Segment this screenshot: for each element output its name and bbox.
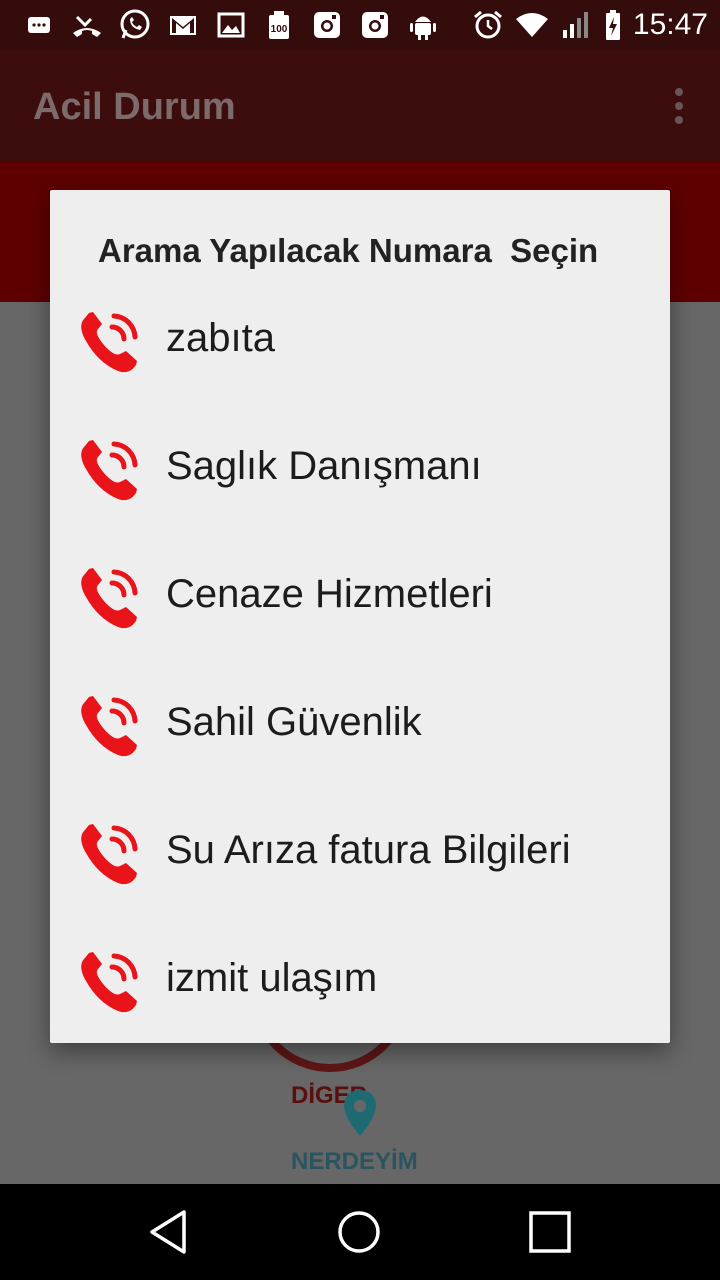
- nerdeyim-label: NERDEYİM: [291, 1148, 418, 1175]
- list-item-label: Saglık Danışmanı: [166, 444, 482, 488]
- list-item-label: zabıta: [166, 316, 275, 360]
- list-item-label: Cenaze Hizmetleri: [166, 572, 493, 616]
- instagram-icon: [358, 8, 392, 42]
- clock: 15:47: [632, 8, 708, 41]
- phone-call-icon: [76, 563, 144, 631]
- status-bar: 100 15:47: [0, 0, 720, 50]
- notification-icons: 100: [22, 8, 440, 42]
- back-icon[interactable]: [144, 1206, 196, 1258]
- wifi-icon: [515, 8, 549, 42]
- dialog-title: Arama Yapılacak Numara Seçin: [98, 232, 599, 269]
- message-icon: [22, 8, 56, 42]
- app-title: Acil Durum: [33, 86, 236, 128]
- gallery-icon: [214, 8, 248, 42]
- whatsapp-icon: [118, 8, 152, 42]
- recents-icon[interactable]: [524, 1206, 576, 1258]
- list-item[interactable]: Saglık Danışmanı: [50, 406, 670, 534]
- signal-icon: [559, 8, 593, 42]
- overflow-menu-icon[interactable]: [672, 88, 686, 124]
- home-icon[interactable]: [333, 1206, 385, 1258]
- list-item[interactable]: zabıta: [50, 278, 670, 406]
- battery-100-icon: 100: [262, 8, 296, 42]
- phone-call-icon: [76, 435, 144, 503]
- instagram-icon: [310, 8, 344, 42]
- app-bar: Acil Durum: [0, 50, 720, 162]
- missed-call-icon: [70, 8, 104, 42]
- list-item-label: izmit ulaşım: [166, 956, 378, 1000]
- list-item[interactable]: Su Arıza fatura Bilgileri: [50, 790, 670, 918]
- navigation-bar: [0, 1184, 720, 1280]
- list-item-label: Su Arıza fatura Bilgileri: [166, 828, 571, 872]
- number-list: zabıta Saglık Danışmanı Cenaze Hizmetler…: [50, 278, 670, 1046]
- phone-call-icon: [76, 691, 144, 759]
- gmail-icon: [166, 8, 200, 42]
- phone-call-icon: [76, 307, 144, 375]
- svg-text:100: 100: [271, 24, 288, 35]
- phone-call-icon: [76, 819, 144, 887]
- list-item[interactable]: izmit ulaşım: [50, 918, 670, 1046]
- location-pin-icon: [344, 1090, 376, 1136]
- alarm-icon: [471, 8, 505, 42]
- battery-charging-icon: [603, 8, 623, 42]
- call-number-dialog: Arama Yapılacak Numara Seçin zabıta Sagl…: [50, 190, 670, 1043]
- status-indicators: 15:47: [471, 6, 708, 44]
- phone-call-icon: [76, 947, 144, 1015]
- list-item-label: Sahil Güvenlik: [166, 700, 422, 744]
- list-item[interactable]: Sahil Güvenlik: [50, 662, 670, 790]
- list-item[interactable]: Cenaze Hizmetleri: [50, 534, 670, 662]
- android-icon: [406, 8, 440, 42]
